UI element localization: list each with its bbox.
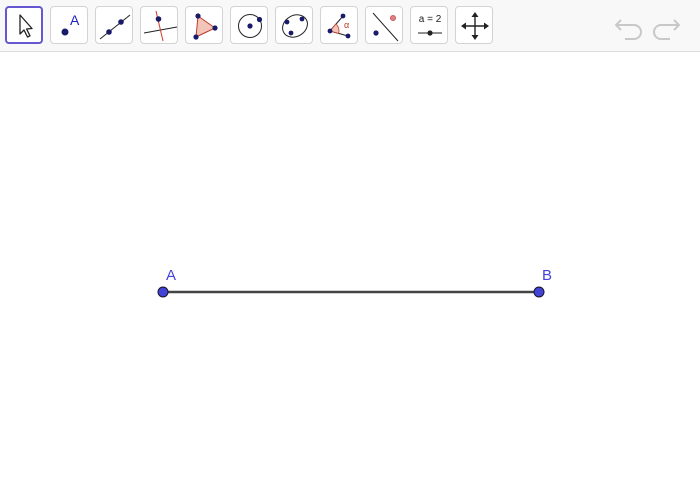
undo-icon — [615, 19, 642, 40]
toolbar: A α a = 2 — [0, 0, 700, 52]
point-tool-label: A — [70, 12, 80, 28]
undo-button[interactable] — [614, 12, 646, 42]
perpendicular-line-icon — [143, 10, 178, 42]
conic-tool-button[interactable] — [275, 6, 313, 44]
circle-center-point-icon — [238, 14, 263, 38]
angle-tool-label: α — [344, 20, 350, 30]
angle-tool-button[interactable]: α — [320, 6, 358, 44]
geogebra-app: A α a = 2 A B — [0, 0, 700, 500]
polygon-triangle-icon — [193, 13, 218, 40]
line-tool-button[interactable] — [95, 6, 133, 44]
reflect-about-line-icon — [372, 12, 399, 42]
slider-icon — [418, 30, 442, 36]
line-through-two-points-icon — [99, 14, 131, 40]
ellipse-five-points-icon — [282, 14, 308, 38]
point-a[interactable] — [157, 286, 169, 298]
redo-icon — [653, 19, 680, 40]
circle-tool-button[interactable] — [230, 6, 268, 44]
point-tool-button[interactable]: A — [50, 6, 88, 44]
graphics-canvas[interactable] — [0, 52, 700, 500]
perpendicular-line-tool-button[interactable] — [140, 6, 178, 44]
slider-tool-button[interactable]: a = 2 — [410, 6, 448, 44]
graphics-view[interactable]: A B — [0, 52, 700, 500]
cursor-arrow-icon — [19, 14, 33, 38]
polygon-tool-button[interactable] — [185, 6, 223, 44]
point-b[interactable] — [533, 286, 545, 298]
move-tool-button[interactable] — [5, 6, 43, 44]
move-graphics-view-tool-button[interactable] — [455, 6, 493, 44]
point-a-label[interactable]: A — [166, 267, 176, 284]
reflect-tool-button[interactable] — [365, 6, 403, 44]
angle-icon — [327, 13, 351, 39]
redo-button[interactable] — [650, 12, 682, 42]
four-way-arrow-icon — [461, 12, 489, 40]
point-b-label[interactable]: B — [542, 267, 552, 284]
